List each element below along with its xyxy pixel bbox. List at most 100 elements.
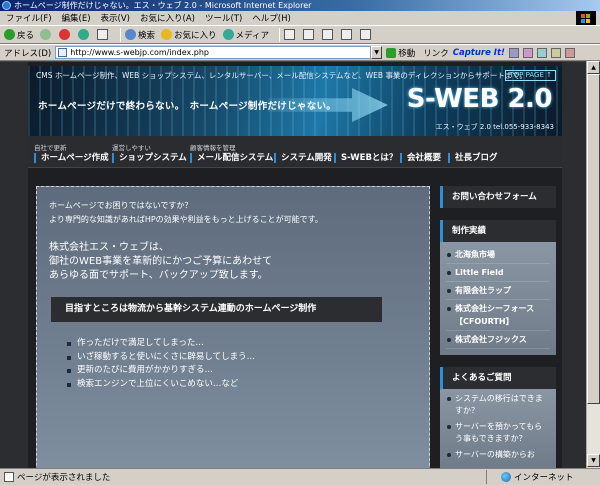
discuss-icon xyxy=(359,29,371,40)
home-button[interactable] xyxy=(97,29,110,40)
intro-text: ホームページでお困りではないですか？ より専門的な知識があればHPの効果や利益を… xyxy=(49,201,323,224)
list-item: 更新のたびに費用がかかりすぎる… xyxy=(67,364,255,378)
go-arrow-icon xyxy=(386,47,397,58)
browser-viewport: CMS ホームページ制作、WEB ショップシステム、レンタルサーバー、メール配信… xyxy=(0,61,586,468)
status-bar: ページが表示されました インターネット xyxy=(0,468,600,485)
top-page-link[interactable]: TOP PAGE ↑ xyxy=(505,70,556,81)
history-icon xyxy=(283,29,295,40)
menu-favorites[interactable]: お気に入り(A) xyxy=(140,12,195,24)
works-item[interactable]: 株式会社シーフォース【CFOURTH】 xyxy=(446,300,550,331)
site-banner: CMS ホームページ制作、WEB ショップシステム、レンタルサーバー、メール配信… xyxy=(28,66,562,136)
edit-icon xyxy=(340,29,352,40)
capture-it-button[interactable]: Capture It! xyxy=(453,48,505,58)
page-done-icon xyxy=(4,472,14,482)
menu-edit[interactable]: 編集(E) xyxy=(62,12,91,24)
toolbar-extra-icon[interactable] xyxy=(564,47,575,58)
links-button[interactable]: リンク xyxy=(423,47,449,59)
back-button[interactable]: 戻る xyxy=(4,29,34,41)
refresh-icon xyxy=(78,29,90,40)
zone-label: インターネット xyxy=(514,473,574,483)
toolbar-extra-icon[interactable] xyxy=(550,47,561,58)
works-item[interactable]: Little Field xyxy=(446,264,550,282)
edit-button[interactable] xyxy=(340,29,354,40)
address-bar: アドレス(D) http://www.s-webjp.com/index.php… xyxy=(0,44,600,61)
media-icon xyxy=(222,29,234,40)
works-heading: 制作実績 xyxy=(440,220,556,242)
mail-button[interactable] xyxy=(302,29,316,40)
contact-form-link[interactable]: お問い合わせフォーム xyxy=(440,186,556,208)
address-dropdown-button[interactable]: ▼ xyxy=(371,46,383,59)
history-button[interactable] xyxy=(283,29,297,40)
back-label: 戻る xyxy=(17,30,35,41)
url-input[interactable]: http://www.s-webjp.com/index.php xyxy=(55,46,372,59)
window-titlebar: ホームページ制作だけじゃない。エス・ウェブ 2.0 - Microsoft In… xyxy=(0,0,600,11)
address-label: アドレス(D) xyxy=(4,48,52,59)
url-text: http://www.s-webjp.com/index.php xyxy=(70,48,210,57)
star-icon xyxy=(161,29,173,40)
page-icon xyxy=(58,48,68,57)
logo-subtitle: エス・ウェブ 2.0 tel.055-933-8343 xyxy=(435,123,554,131)
list-item: 検索エンジンで上位にくいこめない…など xyxy=(67,378,255,392)
company-statement: 株式会社エス・ウェブは、 御社のWEB事業を革新的にかつご予算にあわせて あらゆ… xyxy=(49,242,273,281)
stop-button[interactable] xyxy=(59,29,72,40)
site-logo[interactable]: S-WEB 2.0 xyxy=(407,84,553,114)
scroll-thumb[interactable] xyxy=(587,74,600,404)
website: CMS ホームページ制作、WEB ショップシステム、レンタルサーバー、メール配信… xyxy=(28,62,562,468)
ie-icon xyxy=(2,1,11,10)
scroll-up-icon[interactable]: ▲ xyxy=(587,61,600,74)
toolbar-extra-icon[interactable] xyxy=(508,47,519,58)
toolbar-divider xyxy=(278,27,280,42)
internet-globe-icon xyxy=(501,472,511,482)
faq-item[interactable]: サーバーの構築からお xyxy=(446,449,550,461)
works-item[interactable]: 株式会社フジックス xyxy=(446,331,550,349)
go-button[interactable]: 移動 xyxy=(398,47,415,59)
sidebar-contact: お問い合わせフォーム xyxy=(440,186,556,208)
toolbar-extra-icon[interactable] xyxy=(536,47,547,58)
standard-toolbar: 戻る 検索 お気に入り メディア xyxy=(0,25,600,44)
global-nav: 自社で更新 ホームページ作成 運営しやすい ショップシステム 顧客情報を管理 メ… xyxy=(28,136,562,168)
faq-item[interactable]: システムの移行はできますか？ xyxy=(446,393,550,417)
mail-icon xyxy=(302,29,314,40)
list-item: いざ稼動すると使いにくさに辟易してしまう… xyxy=(67,351,255,365)
list-item: 作っただけで満足してしまった… xyxy=(67,337,255,351)
works-item[interactable]: 有限会社ラップ xyxy=(446,282,550,300)
menu-view[interactable]: 表示(V) xyxy=(101,12,130,24)
menu-file[interactable]: ファイル(F) xyxy=(6,12,52,24)
toolbar-divider xyxy=(120,27,122,42)
back-arrow-icon xyxy=(4,29,15,40)
faq-heading: よくあるご質問 xyxy=(440,367,556,389)
toolbar-extra-icon[interactable] xyxy=(522,47,533,58)
sidebar-works: 制作実績 北海魚市場 Little Field 有限会社ラップ 株式会社シーフォ… xyxy=(440,220,556,355)
refresh-button[interactable] xyxy=(78,29,91,40)
stop-icon xyxy=(59,29,71,40)
home-icon xyxy=(97,29,109,40)
forward-arrow-icon xyxy=(40,29,52,40)
media-button[interactable]: メディア xyxy=(222,29,269,41)
status-text: ページが表示されました xyxy=(17,473,111,483)
media-label: メディア xyxy=(235,30,269,41)
works-item[interactable]: 北海魚市場 xyxy=(446,246,550,264)
vertical-scrollbar[interactable]: ▲ ▼ xyxy=(586,61,600,468)
banner-tagline: CMS ホームページ制作、WEB ショップシステム、レンタルサーバー、メール配信… xyxy=(36,71,528,80)
window-title: ホームページ制作だけじゃない。エス・ウェブ 2.0 - Microsoft In… xyxy=(14,1,312,10)
search-button[interactable]: 検索 xyxy=(125,29,155,41)
sidebar-faq: よくあるご質問 システムの移行はできますか？ サーバーを預かってもらう事もできま… xyxy=(440,367,556,468)
security-zone: インターネット xyxy=(486,470,598,484)
forward-button[interactable] xyxy=(40,29,53,40)
print-button[interactable] xyxy=(321,29,335,40)
discuss-button[interactable] xyxy=(359,29,373,40)
main-content: ホームページでお困りではないですか？ より専門的な知識があればHPの効果や利益を… xyxy=(36,186,430,468)
menu-tools[interactable]: ツール(T) xyxy=(205,12,242,24)
favorites-button[interactable]: お気に入り xyxy=(161,29,217,41)
menu-help[interactable]: ヘルプ(H) xyxy=(252,12,291,24)
goal-heading: 目指すところは物流から基幹システム連動のホームページ制作 xyxy=(51,297,382,322)
search-icon xyxy=(125,29,137,40)
problem-list: 作っただけで満足してしまった… いざ稼動すると使いにくさに辟易してしまう… 更新… xyxy=(67,337,255,391)
scroll-down-icon[interactable]: ▼ xyxy=(587,454,600,467)
menu-bar: ファイル(F) 編集(E) 表示(V) お気に入り(A) ツール(T) ヘルプ(… xyxy=(0,11,600,25)
faq-item[interactable]: サーバーを預かってもらう事もできますか？ xyxy=(446,421,550,445)
print-icon xyxy=(321,29,333,40)
search-label: 検索 xyxy=(138,30,156,41)
windows-logo-icon xyxy=(576,11,596,25)
favorites-label: お気に入り xyxy=(174,30,217,41)
